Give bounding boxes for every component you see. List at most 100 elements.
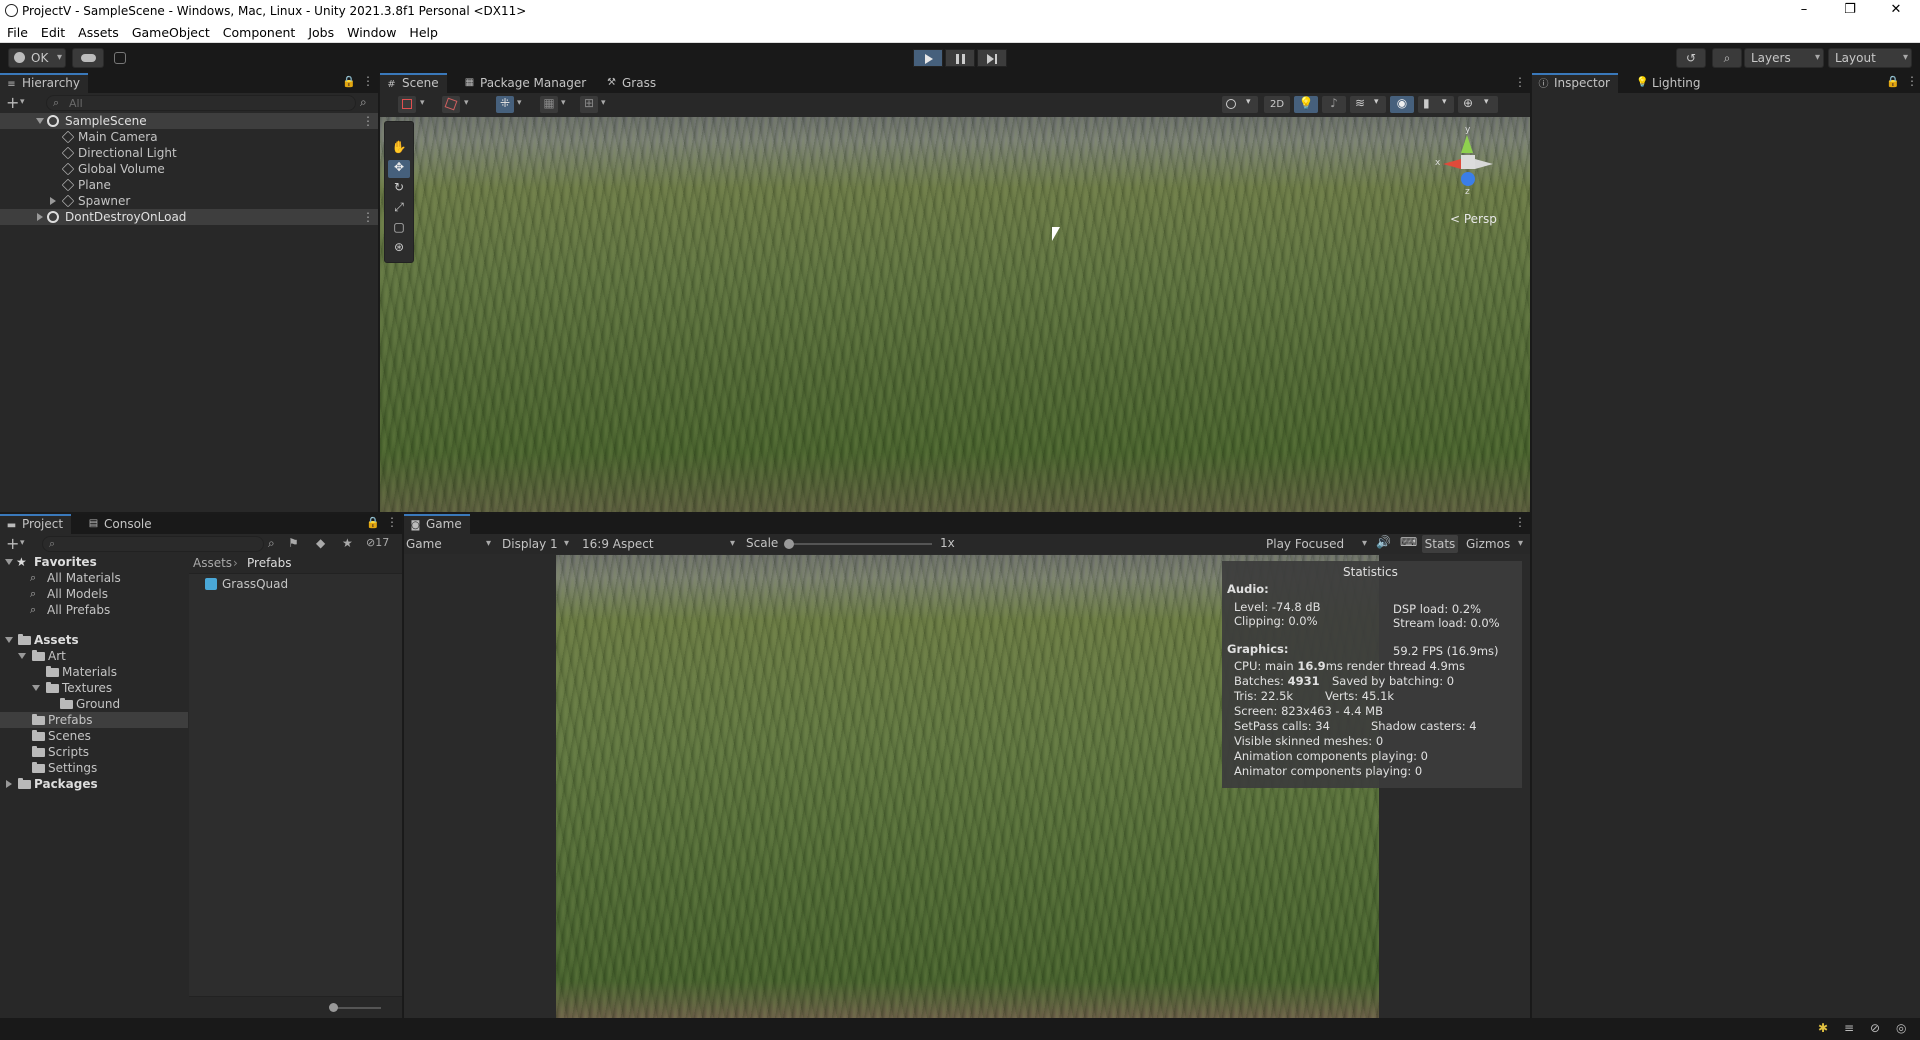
hierarchy-item-spawner[interactable]: Spawner <box>0 193 378 209</box>
icon-size-slider[interactable] <box>331 1007 381 1009</box>
audio-toggle[interactable]: ♪ <box>1322 96 1346 113</box>
breadcrumb-assets[interactable]: Assets <box>193 556 232 570</box>
move-tool-button[interactable]: ✥ <box>388 160 410 178</box>
chevron-down-icon[interactable]: ▾ <box>601 98 606 108</box>
tab-hierarchy[interactable]: ≡ Hierarchy <box>0 73 89 93</box>
more-menu-icon[interactable]: ⋮ <box>386 515 398 529</box>
cache-server-icon[interactable]: ≡ <box>1844 1021 1854 1035</box>
hidden-packages-toggle[interactable]: ⊘17 <box>366 536 389 549</box>
expand-arrow-icon[interactable] <box>36 118 44 124</box>
more-menu-icon[interactable]: ⋮ <box>362 113 374 129</box>
tag-icon[interactable]: ◆ <box>316 536 325 550</box>
hand-tool-button[interactable]: ✋ <box>388 140 410 158</box>
restore-button[interactable]: ❐ <box>1827 0 1873 22</box>
rotate-tool-button[interactable]: ↻ <box>388 180 410 198</box>
hierarchy-item-samplescene[interactable]: SampleScene ⋮ <box>0 113 378 129</box>
tab-game[interactable]: ◙ Game <box>404 514 470 534</box>
mute-audio-icon[interactable]: 🔊 <box>1376 535 1391 549</box>
lock-icon[interactable]: 🔒 <box>1886 75 1900 88</box>
breadcrumb-prefabs[interactable]: Prefabs <box>247 556 292 570</box>
snap-toggle[interactable]: ⁜ <box>496 96 514 113</box>
game-view-dropdown[interactable]: Game <box>406 536 494 552</box>
tab-scene[interactable]: # Scene <box>380 73 447 93</box>
tab-inspector[interactable]: ⓘ Inspector <box>1532 73 1618 93</box>
y-axis-cone[interactable] <box>1461 135 1473 153</box>
tab-package-manager[interactable]: ▦ Package Manager <box>458 73 594 93</box>
grid-snap-button[interactable]: ▦ <box>540 96 558 113</box>
chevron-down-icon[interactable]: ▾ <box>20 97 25 107</box>
close-button[interactable]: ✕ <box>1873 0 1919 22</box>
gizmos-dropdown[interactable]: ⊕ ▾ <box>1458 96 1498 113</box>
chevron-down-icon[interactable]: ▾ <box>420 98 425 108</box>
display-dropdown[interactable]: Display 1 <box>502 536 572 552</box>
expand-arrow-icon[interactable] <box>32 685 40 691</box>
undo-history-button[interactable]: ↺ <box>1676 48 1706 68</box>
search-by-type-icon[interactable]: ⌕ <box>268 536 275 551</box>
menu-gameobject[interactable]: GameObject <box>125 22 216 40</box>
cloud-button[interactable] <box>72 48 104 68</box>
expand-arrow-icon[interactable] <box>18 653 26 659</box>
folder-scenes[interactable]: Scenes <box>0 728 188 744</box>
menu-component[interactable]: Component <box>216 22 302 40</box>
favorite-item-all-models[interactable]: ⌕ All Models <box>0 586 188 602</box>
folder-materials[interactable]: Materials <box>0 664 188 680</box>
folder-scripts[interactable]: Scripts <box>0 744 188 760</box>
lighting-toggle[interactable]: 💡 <box>1294 96 1318 113</box>
panel-divider[interactable] <box>0 512 1531 514</box>
chevron-down-icon[interactable]: ▾ <box>20 538 25 548</box>
hierarchy-item-dontdestroyonload[interactable]: DontDestroyOnLoad ⋮ <box>0 209 378 225</box>
expand-arrow-icon[interactable] <box>37 213 43 221</box>
gizmos-dropdown[interactable]: Gizmos <box>1462 536 1526 552</box>
play-button[interactable] <box>913 49 943 67</box>
expand-arrow-icon[interactable] <box>50 197 56 205</box>
layout-dropdown[interactable]: Layout <box>1828 48 1912 68</box>
account-dropdown[interactable]: OK <box>8 48 66 68</box>
step-button[interactable] <box>977 49 1007 67</box>
packages-header[interactable]: Packages <box>0 776 188 792</box>
folder-textures[interactable]: Textures <box>0 680 188 696</box>
lock-icon[interactable]: 🔒 <box>342 75 356 88</box>
menu-edit[interactable]: Edit <box>34 22 71 40</box>
project-search-input[interactable]: ⌕ <box>42 536 264 552</box>
file-item-grassquad[interactable]: GrassQuad <box>189 576 402 592</box>
scene-search-icon[interactable]: ⌕ <box>360 95 367 110</box>
more-menu-icon[interactable]: ⋮ <box>1906 74 1918 88</box>
hierarchy-item-main-camera[interactable]: Main Camera <box>0 129 378 145</box>
transform-tool-button[interactable]: ⊛ <box>388 240 410 258</box>
x-axis-cone[interactable] <box>1443 159 1461 169</box>
tab-grass[interactable]: ⚒ Grass <box>600 73 664 93</box>
gizmo-center-cube[interactable] <box>1461 155 1475 169</box>
folder-settings[interactable]: Settings <box>0 760 188 776</box>
render-mode-button[interactable] <box>442 96 460 113</box>
add-icon[interactable]: + <box>6 534 19 553</box>
scale-slider-thumb[interactable] <box>784 539 794 549</box>
play-focused-dropdown[interactable]: Play Focused <box>1260 536 1370 552</box>
assets-header[interactable]: Assets <box>0 632 188 648</box>
camera-dropdown[interactable]: ▮ ▾ <box>1418 96 1454 113</box>
expand-arrow-icon[interactable] <box>6 780 12 788</box>
increment-snap-button[interactable]: ⊞ <box>580 96 598 113</box>
pause-button[interactable] <box>945 49 975 67</box>
neg-x-axis-cone[interactable] <box>1475 159 1493 169</box>
hierarchy-item-directional-light[interactable]: Directional Light <box>0 145 378 161</box>
lock-icon[interactable]: 🔒 <box>366 516 380 529</box>
hierarchy-item-plane[interactable]: Plane <box>0 177 378 193</box>
menu-window[interactable]: Window <box>340 22 402 40</box>
add-icon[interactable]: + <box>6 93 19 112</box>
rect-tool-button[interactable]: ▢ <box>388 220 410 238</box>
toggle-2d-button[interactable]: 2D <box>1264 96 1290 113</box>
more-menu-icon[interactable]: ⋮ <box>1514 75 1526 89</box>
bug-icon[interactable]: ✱ <box>1818 1021 1828 1035</box>
star-icon[interactable]: ★ <box>342 536 353 550</box>
layers-dropdown[interactable]: Layers <box>1744 48 1824 68</box>
more-menu-icon[interactable]: ⋮ <box>362 74 374 88</box>
favorite-item-all-prefabs[interactable]: ⌕ All Prefabs <box>0 602 188 618</box>
menu-file[interactable]: File <box>0 22 34 40</box>
menu-assets[interactable]: Assets <box>71 22 125 40</box>
tab-console[interactable]: ▤ Console <box>82 514 160 534</box>
aspect-dropdown[interactable]: 16:9 Aspect <box>582 536 738 552</box>
folder-art[interactable]: Art <box>0 648 188 664</box>
shading-mode-dropdown[interactable]: ▾ <box>1222 96 1258 113</box>
folder-prefabs[interactable]: Prefabs <box>0 712 188 728</box>
menu-jobs[interactable]: Jobs <box>301 22 340 40</box>
